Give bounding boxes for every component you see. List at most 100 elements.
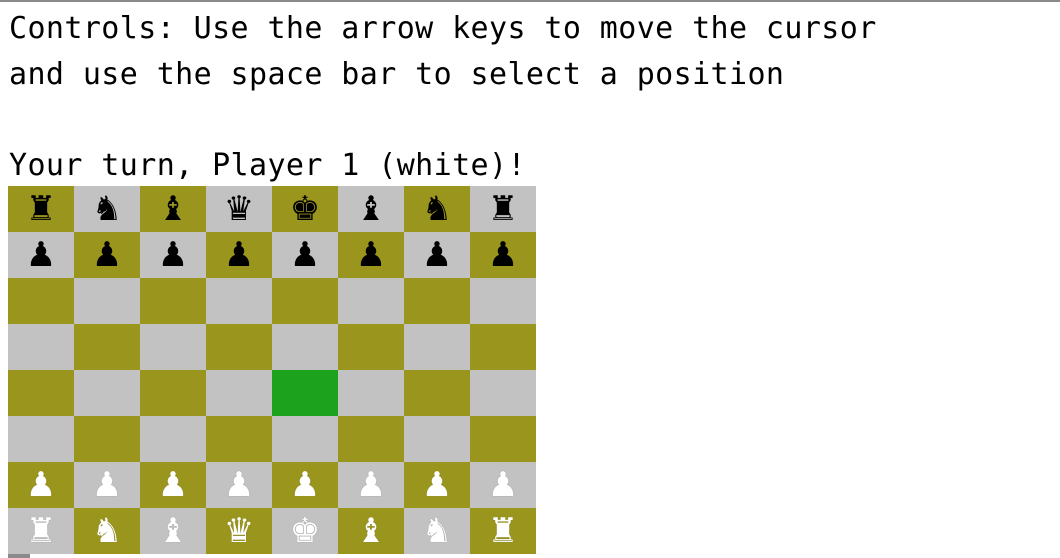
board-square[interactable]: ♟ [470, 232, 536, 278]
white-pawn-icon: ♟ [223, 465, 255, 505]
board-square[interactable]: ♝ [140, 508, 206, 554]
black-pawn-icon: ♟ [157, 235, 189, 275]
board-square[interactable] [404, 416, 470, 462]
turn-status-message: Your turn, Player 1 (white)! [9, 148, 526, 183]
black-pawn-icon: ♟ [355, 235, 387, 275]
board-square[interactable]: ♟ [8, 232, 74, 278]
white-pawn-icon: ♟ [355, 465, 387, 505]
chess-board[interactable]: ♜ ♞ ♝ ♛ ♚ ♝ ♞ ♜ ♟ ♟ ♟ ♟ ♟ ♟ ♟ ♟ ♟ ♟ ♟ ♟ ♟ ♟ ♟ ♟ ♜ ♞ ♝ ♛ ♚ ♝ ♞ ♜ [8, 186, 536, 554]
board-square[interactable]: ♞ [74, 186, 140, 232]
board-square[interactable]: ♟ [338, 462, 404, 508]
board-square[interactable]: ♟ [74, 462, 140, 508]
board-square[interactable]: ♜ [470, 186, 536, 232]
board-square[interactable] [338, 324, 404, 370]
black-rook-icon: ♜ [25, 189, 57, 229]
board-square[interactable]: ♟ [206, 462, 272, 508]
black-queen-icon: ♛ [223, 189, 255, 229]
board-square[interactable] [74, 278, 140, 324]
white-bishop-icon: ♝ [157, 511, 189, 551]
board-square[interactable]: ♝ [338, 186, 404, 232]
black-king-icon: ♚ [289, 189, 321, 229]
white-rook-icon: ♜ [487, 511, 519, 551]
black-pawn-icon: ♟ [91, 235, 123, 275]
board-square[interactable] [272, 416, 338, 462]
board-square[interactable]: ♜ [8, 186, 74, 232]
board-square[interactable] [206, 370, 272, 416]
board-square[interactable]: ♟ [404, 232, 470, 278]
board-square[interactable]: ♝ [140, 186, 206, 232]
board-square[interactable]: ♝ [338, 508, 404, 554]
board-square[interactable] [140, 278, 206, 324]
board-square[interactable]: ♞ [404, 186, 470, 232]
black-knight-icon: ♞ [421, 189, 453, 229]
board-square[interactable] [470, 370, 536, 416]
board-square[interactable]: ♜ [470, 508, 536, 554]
black-pawn-icon: ♟ [421, 235, 453, 275]
terminal-scroll-indicator [8, 554, 30, 558]
board-square[interactable] [8, 370, 74, 416]
board-square[interactable] [338, 416, 404, 462]
black-knight-icon: ♞ [91, 189, 123, 229]
board-square[interactable]: ♚ [272, 186, 338, 232]
white-pawn-icon: ♟ [289, 465, 321, 505]
board-square[interactable] [404, 370, 470, 416]
board-square[interactable] [74, 324, 140, 370]
controls-instructions-line-2: and use the space bar to select a positi… [9, 57, 785, 92]
board-square[interactable]: ♟ [338, 232, 404, 278]
board-square[interactable]: ♛ [206, 508, 272, 554]
board-square[interactable]: ♛ [206, 186, 272, 232]
board-square[interactable] [206, 278, 272, 324]
board-square[interactable] [470, 278, 536, 324]
board-square[interactable]: ♟ [404, 462, 470, 508]
board-square[interactable] [8, 416, 74, 462]
board-square[interactable] [140, 324, 206, 370]
board-square[interactable] [8, 278, 74, 324]
black-rook-icon: ♜ [487, 189, 519, 229]
black-pawn-icon: ♟ [223, 235, 255, 275]
board-square[interactable] [206, 324, 272, 370]
white-rook-icon: ♜ [25, 511, 57, 551]
black-bishop-icon: ♝ [355, 189, 387, 229]
window-top-border [0, 0, 1060, 2]
board-square[interactable] [470, 324, 536, 370]
board-square[interactable]: ♞ [404, 508, 470, 554]
white-pawn-icon: ♟ [91, 465, 123, 505]
board-square[interactable] [404, 324, 470, 370]
black-pawn-icon: ♟ [25, 235, 57, 275]
board-square[interactable] [338, 278, 404, 324]
board-square[interactable]: ♟ [272, 462, 338, 508]
board-square[interactable]: ♟ [272, 232, 338, 278]
board-square[interactable] [272, 324, 338, 370]
white-king-icon: ♚ [289, 511, 321, 551]
board-square[interactable]: ♟ [470, 462, 536, 508]
board-square[interactable] [470, 416, 536, 462]
board-square[interactable] [338, 370, 404, 416]
white-pawn-icon: ♟ [421, 465, 453, 505]
board-square[interactable] [8, 324, 74, 370]
board-square[interactable] [206, 416, 272, 462]
board-square[interactable]: ♟ [206, 232, 272, 278]
board-square[interactable]: ♞ [74, 508, 140, 554]
board-square[interactable]: ♟ [140, 232, 206, 278]
board-square[interactable] [140, 416, 206, 462]
board-cursor-square[interactable] [272, 370, 338, 416]
board-square[interactable]: ♜ [8, 508, 74, 554]
board-square[interactable]: ♚ [272, 508, 338, 554]
board-square[interactable] [74, 416, 140, 462]
board-square[interactable]: ♟ [74, 232, 140, 278]
white-pawn-icon: ♟ [25, 465, 57, 505]
black-pawn-icon: ♟ [289, 235, 321, 275]
white-knight-icon: ♞ [421, 511, 453, 551]
board-square[interactable]: ♟ [140, 462, 206, 508]
board-square[interactable] [74, 370, 140, 416]
black-pawn-icon: ♟ [487, 235, 519, 275]
board-square[interactable]: ♟ [8, 462, 74, 508]
board-square[interactable] [140, 370, 206, 416]
white-pawn-icon: ♟ [487, 465, 519, 505]
white-pawn-icon: ♟ [157, 465, 189, 505]
white-knight-icon: ♞ [91, 511, 123, 551]
board-square[interactable] [404, 278, 470, 324]
black-bishop-icon: ♝ [157, 189, 189, 229]
white-queen-icon: ♛ [223, 511, 255, 551]
board-square[interactable] [272, 278, 338, 324]
